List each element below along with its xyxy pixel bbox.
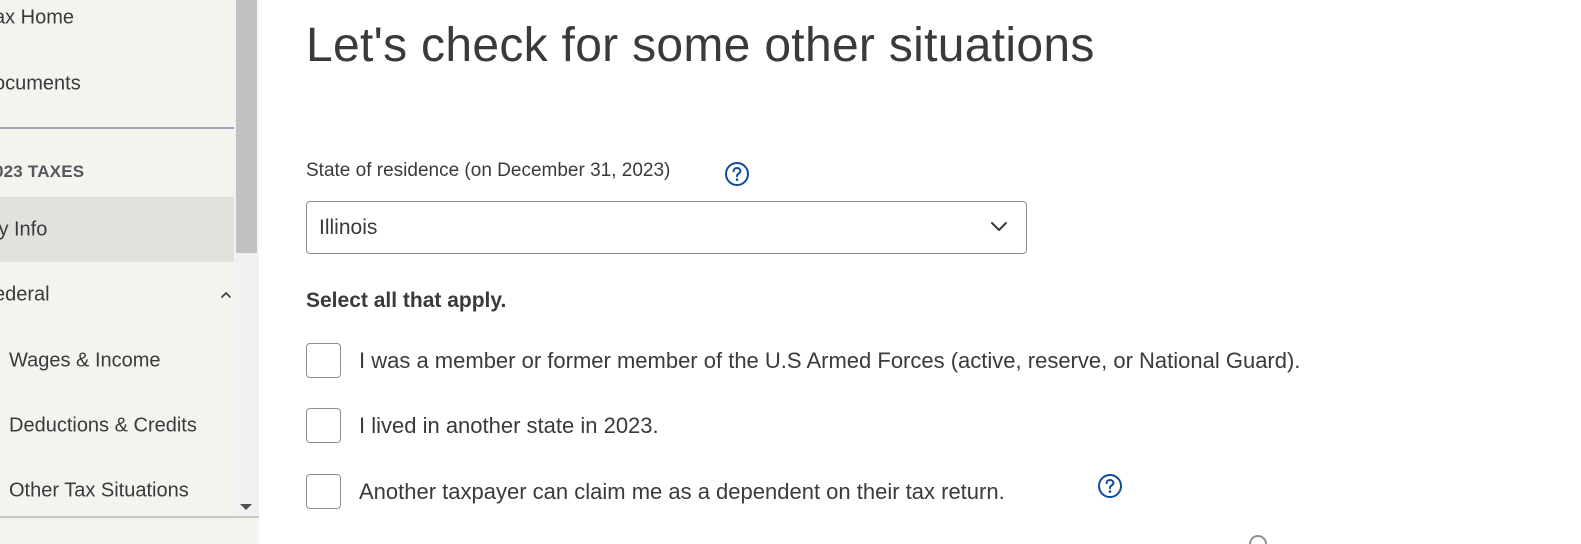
question-circle-icon[interactable] <box>1097 473 1123 499</box>
sidebar-item-federal[interactable]: ederal <box>0 262 234 327</box>
armed-forces-checkbox[interactable] <box>306 343 341 378</box>
sidebar-item-tax-home[interactable]: ax Home <box>0 0 234 50</box>
dependent-label[interactable]: Another taxpayer can claim me as a depen… <box>359 479 1005 505</box>
state-select-value: Illinois <box>319 215 378 239</box>
another-state-checkbox[interactable] <box>306 408 341 443</box>
scrollbar-thumb[interactable] <box>236 0 257 253</box>
state-select[interactable]: Illinois <box>306 201 1027 254</box>
select-all-instruction: Select all that apply. <box>306 289 507 312</box>
sidebar-item-label: ly Info <box>0 218 48 240</box>
sidebar: ax Home ocuments 023 TAXES ly Info edera… <box>0 0 259 544</box>
sidebar-item-label: ax Home <box>0 6 75 28</box>
chevron-down-icon <box>991 222 1007 231</box>
chevron-up-icon[interactable] <box>220 289 232 301</box>
sidebar-item-label: Deductions & Credits <box>9 414 197 436</box>
sidebar-bottom-divider <box>0 516 259 518</box>
sidebar-item-deductions-credits[interactable]: Deductions & Credits <box>0 393 234 458</box>
question-circle-icon[interactable] <box>724 161 750 187</box>
sidebar-divider <box>0 127 234 129</box>
dependent-checkbox[interactable] <box>306 474 341 509</box>
sidebar-item-label: ederal <box>0 283 50 305</box>
state-of-residence-label: State of residence (on December 31, 2023… <box>306 160 671 181</box>
sidebar-item-documents[interactable]: ocuments <box>0 51 234 116</box>
sidebar-item-label: ocuments <box>0 72 81 94</box>
app-window: ax Home ocuments 023 TAXES ly Info edera… <box>0 0 1581 544</box>
main-content: Let's check for some other situations St… <box>259 0 1581 544</box>
sidebar-scrollbar[interactable] <box>234 0 259 516</box>
sidebar-section-header: 023 TAXES <box>0 162 85 181</box>
partially-visible-icon <box>1249 535 1267 544</box>
sidebar-nav: ax Home ocuments 023 TAXES ly Info edera… <box>0 0 234 516</box>
sidebar-item-label: Other Tax Situations <box>9 479 189 501</box>
sidebar-item-wages-income[interactable]: Wages & Income <box>0 328 234 393</box>
armed-forces-label[interactable]: I was a member or former member of the U… <box>359 348 1300 374</box>
page-title: Let's check for some other situations <box>306 19 1095 72</box>
sidebar-item-other-tax-situations[interactable]: Other Tax Situations <box>0 458 234 523</box>
scroll-down-arrow-icon[interactable] <box>240 504 252 510</box>
sidebar-item-my-info[interactable]: ly Info <box>0 197 234 262</box>
another-state-label[interactable]: I lived in another state in 2023. <box>359 413 659 439</box>
sidebar-item-label: Wages & Income <box>9 349 161 371</box>
